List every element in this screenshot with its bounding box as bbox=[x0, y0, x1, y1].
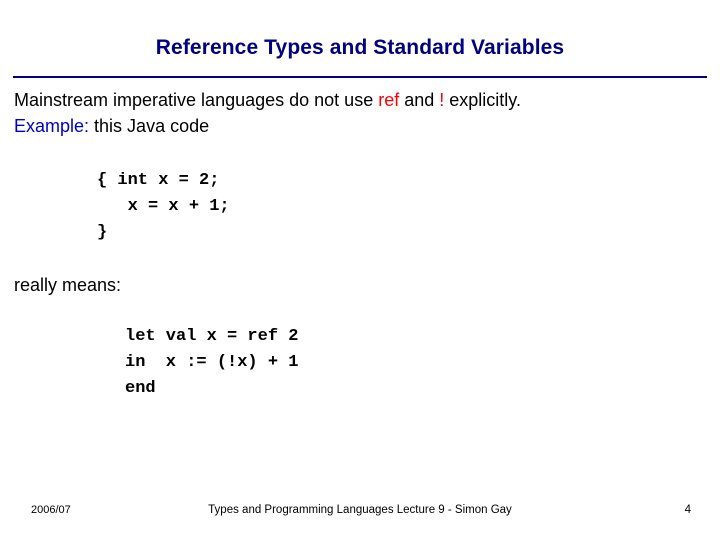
really-means-label: really means: bbox=[14, 275, 122, 295]
intro-prefix: Mainstream imperative languages do not u… bbox=[14, 90, 379, 110]
example-text: this Java code bbox=[89, 116, 210, 136]
slide: Reference Types and Standard Variables M… bbox=[0, 0, 720, 540]
title-divider bbox=[13, 76, 707, 78]
intro-middle: and bbox=[399, 90, 440, 110]
sml-code-block: let val x = ref 2 in x := (!x) + 1 end bbox=[125, 327, 299, 398]
java-code-block: { int x = 2; x = x + 1; } bbox=[97, 171, 230, 242]
keyword-ref: ref bbox=[378, 90, 400, 110]
intro-suffix: explicitly. bbox=[444, 90, 521, 110]
footer-page-number: 4 bbox=[684, 504, 691, 516]
intro-line-1: Mainstream imperative languages do not u… bbox=[14, 90, 521, 111]
footer-course-title: Types and Programming Languages Lecture … bbox=[208, 504, 512, 516]
intro-line-2: Example: this Java code bbox=[14, 116, 209, 137]
example-label: Example bbox=[14, 116, 85, 136]
slide-footer: 2006/07 Types and Programming Languages … bbox=[0, 494, 720, 540]
page-title: Reference Types and Standard Variables bbox=[155, 36, 565, 59]
